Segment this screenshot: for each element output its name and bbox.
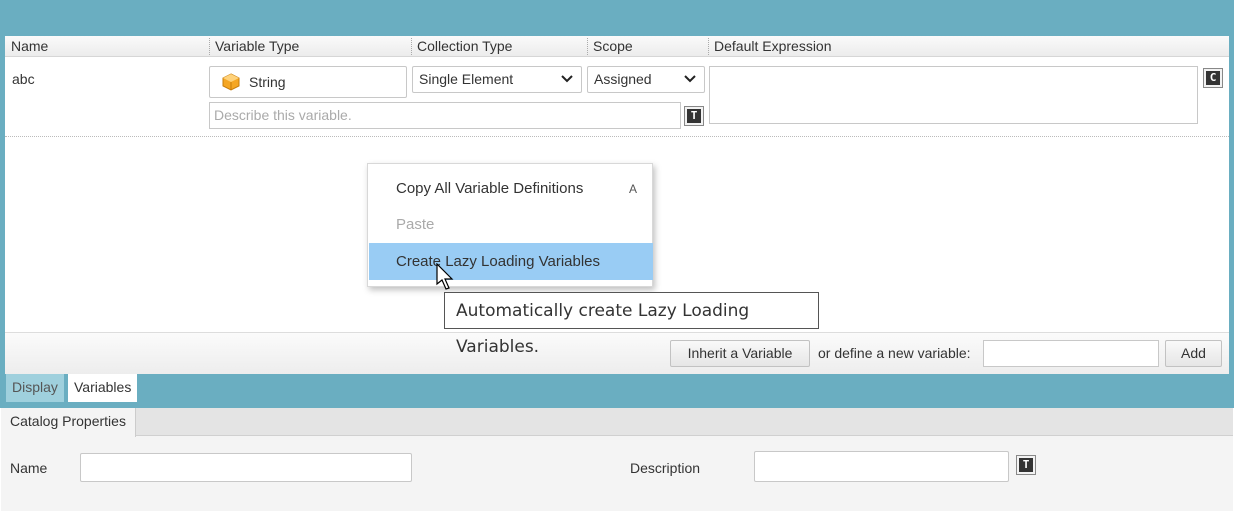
- column-header-default-expression[interactable]: Default Expression: [708, 36, 832, 57]
- collection-type-select[interactable]: Single Element: [412, 66, 582, 93]
- menu-item-copy-all-definitions[interactable]: Copy All Variable Definitions A: [369, 170, 653, 207]
- add-variable-bar: Inherit a Variable or define a new varia…: [5, 332, 1229, 374]
- menu-item-accelerator: A: [628, 182, 637, 196]
- variable-name[interactable]: abc: [12, 71, 35, 87]
- name-input[interactable]: [80, 453, 412, 482]
- name-label: Name: [10, 460, 48, 476]
- menu-item-create-lazy-loading[interactable]: Create Lazy Loading Variables: [369, 243, 653, 280]
- default-expression-field[interactable]: [709, 66, 1198, 124]
- grid-header: Name Variable Type Collection Type Scope…: [5, 36, 1229, 57]
- code-editor-button[interactable]: C: [1203, 68, 1223, 88]
- column-header-scope[interactable]: Scope: [587, 36, 633, 57]
- variable-type-field[interactable]: String: [209, 66, 407, 98]
- properties-tabbar: Catalog Properties: [1, 408, 1233, 437]
- mouse-cursor-icon: [436, 263, 454, 290]
- column-header-variable-type[interactable]: Variable Type: [209, 36, 299, 57]
- catalog-properties-panel: Catalog Properties Name Description T: [1, 408, 1233, 511]
- description-input[interactable]: [754, 451, 1009, 482]
- collection-type-value: Single Element: [419, 71, 514, 87]
- tab-variables[interactable]: Variables: [68, 374, 138, 402]
- chevron-down-icon: [684, 75, 696, 83]
- menu-item-label: Paste: [396, 216, 435, 233]
- variable-description-input[interactable]: Describe this variable.: [209, 102, 681, 129]
- text-editor-button[interactable]: T: [684, 106, 704, 126]
- context-menu: Copy All Variable Definitions A Paste Cr…: [367, 163, 653, 287]
- scope-select[interactable]: Assigned: [587, 66, 705, 93]
- menu-item-label: Create Lazy Loading Variables: [396, 253, 601, 270]
- string-type-icon: [222, 73, 240, 91]
- variable-type-label: String: [249, 74, 286, 90]
- tab-display[interactable]: Display: [6, 374, 64, 402]
- description-text-editor-button[interactable]: T: [1016, 455, 1036, 475]
- define-new-variable-label: or define a new variable:: [818, 345, 971, 361]
- column-header-name[interactable]: Name: [5, 36, 48, 57]
- code-editor-icon: C: [1206, 71, 1220, 85]
- inherit-variable-button[interactable]: Inherit a Variable: [670, 340, 810, 367]
- tooltip: Automatically create Lazy Loading Variab…: [444, 292, 819, 357]
- menu-item-label: Copy All Variable Definitions: [396, 180, 584, 197]
- chevron-down-icon: [561, 75, 573, 83]
- new-variable-input[interactable]: [983, 340, 1159, 367]
- text-editor-icon: T: [687, 109, 701, 123]
- description-label: Description: [630, 460, 701, 476]
- tab-catalog-properties[interactable]: Catalog Properties: [1, 408, 136, 437]
- column-header-collection-type[interactable]: Collection Type: [411, 36, 512, 57]
- variable-row: abc String Single Element Assigned Descr…: [5, 57, 1229, 137]
- scope-value: Assigned: [594, 71, 652, 87]
- add-button[interactable]: Add: [1165, 340, 1222, 367]
- menu-item-paste[interactable]: Paste: [369, 206, 653, 243]
- text-editor-icon: T: [1019, 458, 1033, 472]
